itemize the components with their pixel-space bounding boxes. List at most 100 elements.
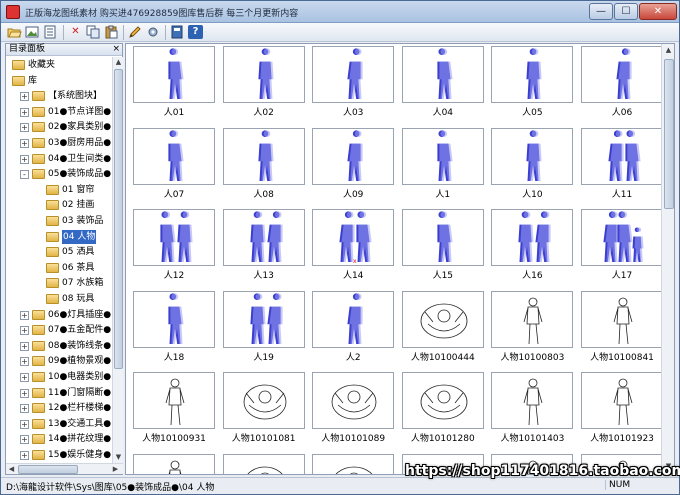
expand-icon[interactable]: + bbox=[20, 388, 29, 398]
close-button[interactable]: ✕ bbox=[639, 3, 677, 20]
figure-thumbnail[interactable] bbox=[491, 372, 574, 429]
tree-horizontal-scrollbar[interactable]: ◀ ▶ bbox=[6, 463, 123, 474]
tree-item[interactable]: +03●厨房用品● bbox=[6, 136, 112, 150]
tree-item[interactable]: +08●装饰线条● bbox=[6, 339, 112, 353]
tree-item[interactable]: + 【系统图块】 bbox=[6, 89, 112, 103]
maximize-button[interactable]: ☐ bbox=[614, 3, 638, 20]
figure-thumbnail[interactable] bbox=[133, 127, 215, 185]
open-folder-icon[interactable] bbox=[7, 25, 22, 39]
figure-label[interactable]: 人06 bbox=[567, 105, 674, 118]
figure-thumbnail[interactable] bbox=[222, 46, 305, 103]
tree-item[interactable]: 02 挂画 bbox=[6, 198, 112, 212]
tree-item[interactable]: +13●交通工具● bbox=[6, 417, 112, 431]
expand-icon[interactable]: + bbox=[20, 373, 29, 382]
figure-thumbnail[interactable] bbox=[312, 453, 395, 474]
scroll-left-icon[interactable]: ◀ bbox=[6, 464, 17, 475]
tree-item[interactable]: +02●家具类别● bbox=[6, 120, 112, 134]
figure-thumbnail[interactable] bbox=[401, 46, 484, 103]
scroll-right-icon[interactable]: ▶ bbox=[110, 464, 121, 475]
book-icon[interactable] bbox=[170, 25, 185, 39]
tree-item[interactable]: +09●植物景观● bbox=[6, 354, 112, 368]
figure-thumbnail[interactable] bbox=[222, 453, 305, 474]
figure-thumbnail[interactable] bbox=[581, 127, 663, 185]
tree-item[interactable]: 06 茶具 bbox=[6, 261, 112, 275]
figure-thumbnail[interactable] bbox=[581, 46, 663, 103]
figure-thumbnail[interactable] bbox=[222, 127, 305, 185]
figure-thumbnail[interactable] bbox=[491, 209, 574, 266]
figure-thumbnail[interactable] bbox=[222, 290, 305, 348]
content-scroll-up-icon[interactable]: ▲ bbox=[663, 45, 674, 56]
pencil-icon[interactable] bbox=[128, 25, 143, 39]
tree-item[interactable]: 08 玩具 bbox=[6, 292, 112, 306]
expand-icon[interactable]: + bbox=[20, 357, 29, 367]
expand-icon[interactable]: + bbox=[20, 404, 29, 414]
settings-icon[interactable] bbox=[146, 25, 161, 39]
tree-item[interactable]: 04 人物 bbox=[6, 229, 112, 244]
figure-label[interactable]: 人物10101923 bbox=[567, 431, 674, 444]
copy-icon[interactable] bbox=[86, 25, 101, 39]
figure-thumbnail[interactable] bbox=[312, 46, 395, 103]
figure-label[interactable]: 人17 bbox=[567, 268, 674, 281]
image-icon[interactable] bbox=[25, 25, 40, 39]
figure-thumbnail[interactable] bbox=[133, 290, 215, 348]
tree-item[interactable]: +01●节点详图● bbox=[6, 105, 112, 119]
figure-thumbnail[interactable] bbox=[491, 127, 574, 185]
tree-item[interactable]: +04●卫生间类● bbox=[6, 152, 112, 166]
figure-thumbnail[interactable] bbox=[401, 372, 484, 429]
tree-item[interactable]: 收藏夹 bbox=[6, 58, 112, 72]
expand-icon[interactable]: + bbox=[20, 326, 29, 336]
paste-icon[interactable] bbox=[104, 25, 119, 39]
scroll-up-icon[interactable]: ▲ bbox=[113, 57, 124, 68]
expand-icon[interactable]: + bbox=[20, 419, 29, 429]
delete-icon[interactable]: ✕ bbox=[68, 25, 83, 39]
help-icon[interactable]: ? bbox=[188, 25, 203, 39]
panel-close-button[interactable]: × bbox=[112, 44, 120, 55]
tree-item[interactable]: 01 窗帘 bbox=[6, 183, 112, 197]
tree-item[interactable]: +14●拼花纹理● bbox=[6, 432, 112, 446]
title-bar[interactable]: 正版海龙图纸素材 购买进476928859图库售后群 每三个月更新内容 — ☐ … bbox=[1, 1, 679, 23]
figure-thumbnail[interactable] bbox=[312, 127, 395, 185]
tree-vertical-scrollbar[interactable]: ▲ ▼ bbox=[112, 57, 123, 463]
figure-thumbnail[interactable] bbox=[581, 372, 663, 429]
content-scroll-thumb[interactable] bbox=[664, 59, 674, 209]
tree-item[interactable]: - 05●装饰成品● bbox=[6, 167, 112, 181]
tree-item[interactable]: 07 水族箱 bbox=[6, 276, 112, 290]
minimize-button[interactable]: — bbox=[589, 3, 613, 20]
expand-icon[interactable]: + bbox=[20, 92, 29, 102]
expand-icon[interactable]: + bbox=[20, 341, 29, 351]
expand-icon[interactable]: + bbox=[20, 139, 29, 148]
expand-icon[interactable]: + bbox=[20, 310, 29, 320]
figure-thumbnail[interactable] bbox=[401, 127, 484, 185]
expand-icon[interactable]: + bbox=[20, 154, 29, 164]
tree-item[interactable]: +15●娱乐健身● bbox=[6, 448, 112, 462]
figure-thumbnail[interactable] bbox=[401, 290, 484, 348]
figure-thumbnail[interactable] bbox=[581, 209, 663, 266]
tree-item[interactable]: 05 洒具 bbox=[6, 245, 112, 259]
figure-thumbnail[interactable] bbox=[401, 209, 484, 266]
figure-thumbnail[interactable] bbox=[133, 453, 215, 474]
content-vertical-scrollbar[interactable]: ▲ ▼ bbox=[661, 44, 674, 474]
expand-icon[interactable]: + bbox=[20, 451, 29, 460]
expand-icon[interactable]: + bbox=[20, 435, 29, 445]
figure-thumbnail[interactable] bbox=[222, 209, 305, 266]
scroll-down-icon[interactable]: ▼ bbox=[113, 452, 124, 463]
figure-thumbnail[interactable] bbox=[312, 290, 395, 348]
figure-label[interactable]: 人11 bbox=[567, 187, 674, 200]
figure-thumbnail[interactable] bbox=[133, 209, 215, 266]
tree-item[interactable]: +11●门窗隔断● bbox=[6, 386, 112, 400]
collapse-icon[interactable]: - bbox=[20, 170, 29, 180]
tree-scroll-thumb[interactable] bbox=[114, 69, 123, 369]
figure-thumbnail[interactable] bbox=[491, 46, 574, 103]
figure-thumbnail[interactable]: x bbox=[312, 209, 395, 266]
figure-thumbnail[interactable] bbox=[312, 372, 395, 429]
figure-thumbnail[interactable] bbox=[581, 290, 663, 348]
tree-item[interactable]: +07●五金配件● bbox=[6, 323, 112, 337]
figure-thumbnail[interactable] bbox=[133, 46, 215, 103]
tree-item[interactable]: 库 bbox=[6, 74, 112, 88]
figure-thumbnail[interactable] bbox=[222, 372, 305, 429]
tree-item[interactable]: +10●电器类别● bbox=[6, 370, 112, 384]
expand-icon[interactable]: + bbox=[20, 107, 29, 117]
tree-item[interactable]: +12●栏杆楼梯● bbox=[6, 401, 112, 415]
figure-thumbnail[interactable] bbox=[133, 372, 215, 429]
expand-icon[interactable]: + bbox=[20, 123, 29, 133]
